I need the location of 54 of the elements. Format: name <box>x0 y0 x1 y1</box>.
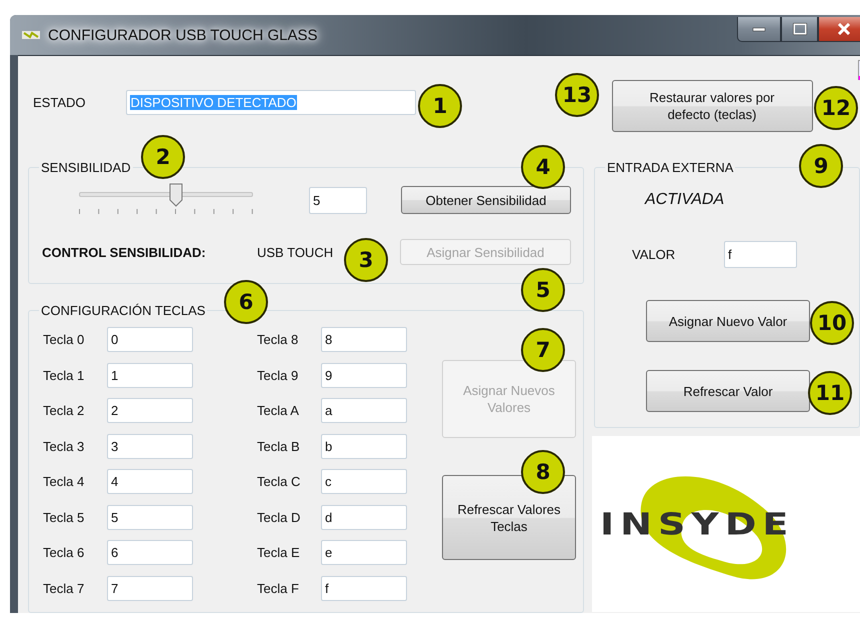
key-value-field[interactable]: 7 <box>107 576 193 601</box>
close-button[interactable] <box>818 17 860 42</box>
key-value-field[interactable]: b <box>321 434 407 459</box>
refresh-value-button[interactable]: Refrescar Valor <box>646 370 810 412</box>
key-label: Tecla 6 <box>43 545 86 560</box>
key-value-field[interactable]: 2 <box>107 398 193 424</box>
key-value-field[interactable]: 0 <box>107 327 193 352</box>
key-label: Tecla 8 <box>257 332 300 348</box>
status-text: ACTIVADA <box>645 191 724 209</box>
group-title: CONFIGURACIÓN TECLAS <box>40 303 206 318</box>
maximize-button[interactable] <box>781 17 818 42</box>
key-label: Tecla D <box>257 510 302 525</box>
key-value-field[interactable]: 1 <box>107 362 193 388</box>
key-label: Tecla 3 <box>43 438 86 454</box>
key-label: Tecla C <box>257 474 302 490</box>
group-title: SENSIBILIDAD <box>40 160 132 175</box>
key-value-field[interactable]: 3 <box>107 434 193 459</box>
key-label: Tecla F <box>257 580 300 596</box>
key-label: Tecla 7 <box>43 580 86 596</box>
estado-label: ESTADO <box>33 95 86 112</box>
key-label: Tecla B <box>257 438 301 454</box>
maximize-icon <box>792 23 806 35</box>
value-field[interactable]: f <box>724 241 797 268</box>
key-value-field[interactable]: e <box>321 540 407 566</box>
key-label: Tecla 0 <box>43 332 86 348</box>
key-value-field[interactable]: 6 <box>107 540 193 566</box>
key-label: Tecla 1 <box>43 368 86 383</box>
get-sensitivity-button[interactable]: Obtener Sensibilidad <box>401 186 571 214</box>
key-value-field[interactable]: 4 <box>107 469 193 494</box>
group-title: ENTRADA EXTERNA <box>606 160 734 175</box>
control-value: USB TOUCH <box>257 244 334 260</box>
key-value-field[interactable]: 8 <box>321 327 407 352</box>
minimize-button[interactable] <box>737 17 781 42</box>
value-label: VALOR <box>632 247 676 262</box>
key-label: Tecla 9 <box>257 368 300 383</box>
key-value-field[interactable]: a <box>321 398 407 424</box>
key-value-field[interactable]: 5 <box>107 504 193 530</box>
key-label: Tecla 2 <box>43 403 86 418</box>
key-label: Tecla 4 <box>43 474 86 490</box>
restore-defaults-button[interactable]: Restaurar valores por defecto (teclas) <box>612 80 812 132</box>
key-value-field[interactable]: f <box>321 576 407 601</box>
slider-thumb[interactable] <box>168 183 183 207</box>
assign-value-button[interactable]: Asignar Nuevo Valor <box>646 300 810 342</box>
key-value-field[interactable]: c <box>321 469 407 494</box>
window-title: CONFIGURADOR USB TOUCH GLASS <box>48 26 318 44</box>
key-label: Tecla E <box>257 545 301 560</box>
close-icon <box>837 23 851 35</box>
key-label: Tecla A <box>257 403 300 418</box>
control-label: CONTROL SENSIBILIDAD: <box>42 244 207 260</box>
key-label: Tecla 5 <box>43 510 86 525</box>
sensitivity-value-field[interactable]: 5 <box>309 186 367 214</box>
minimize-icon <box>752 26 766 32</box>
key-value-field[interactable]: 9 <box>321 362 407 388</box>
key-value-field[interactable]: d <box>321 504 407 530</box>
